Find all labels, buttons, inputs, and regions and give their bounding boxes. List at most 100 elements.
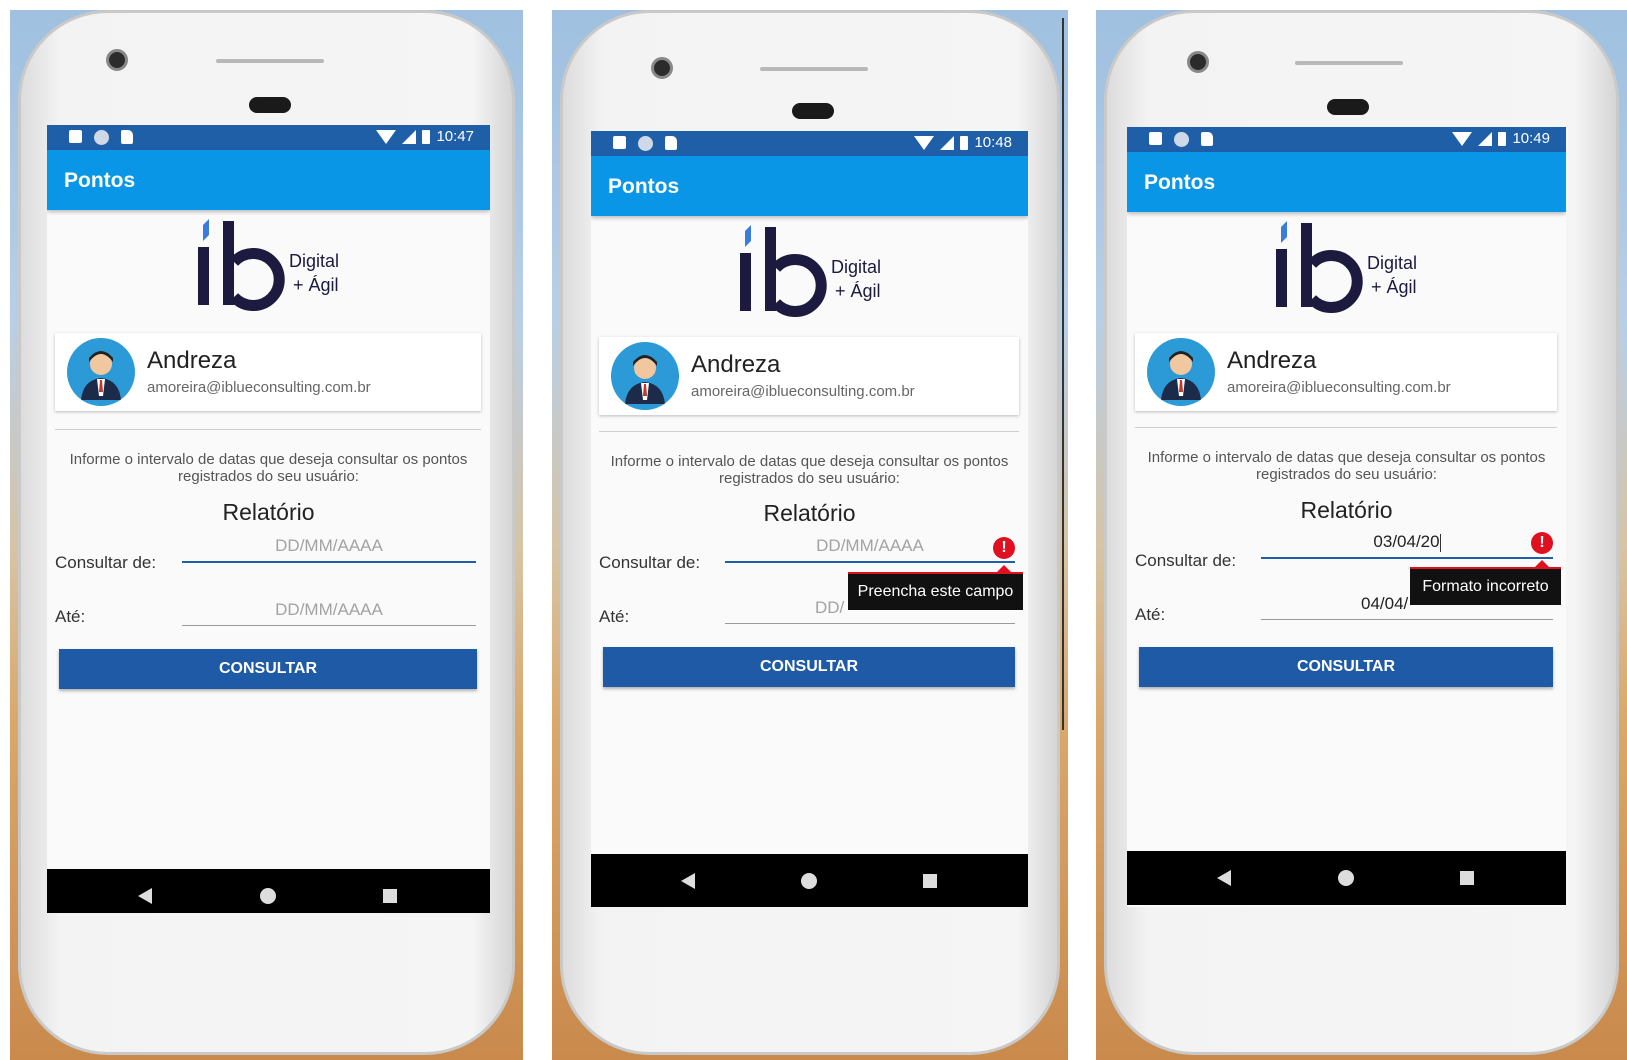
user-email: amoreira@iblueconsulting.com.br	[691, 383, 915, 400]
user-email: amoreira@iblueconsulting.com.br	[1227, 379, 1451, 396]
user-avatar-icon	[611, 342, 679, 410]
phone-frame: 10:49 Pontos Digital + Ágil Andreza amor…	[1104, 10, 1619, 1055]
tooltip-arrow	[1535, 560, 1549, 567]
app-title: Pontos	[608, 175, 680, 198]
user-card: Andreza amoreira@iblueconsulting.com.br	[55, 333, 481, 411]
home-icon[interactable]	[1338, 870, 1354, 886]
tooltip-arrow	[997, 565, 1011, 572]
screen: 10:47 Pontos Digital + Ágil Andreza amor…	[47, 125, 490, 913]
user-name: Andreza	[147, 347, 237, 374]
logo-tagline-1: Digital	[1367, 253, 1417, 273]
to-date-input[interactable]: DD/MM/AAAA	[182, 597, 476, 626]
back-icon[interactable]	[1217, 870, 1231, 886]
sd-card-icon	[665, 136, 677, 150]
error-icon: !	[1531, 532, 1553, 554]
logo-tagline-1: Digital	[831, 257, 881, 277]
user-name: Andreza	[1227, 347, 1317, 374]
instructions-text: Informe o intervalo de datas que deseja …	[1147, 449, 1546, 483]
ib-logo: Digital + Ágil	[740, 225, 881, 317]
phone-frame: 10:48 Pontos Digital + Ágil Andreza amor…	[560, 10, 1060, 1055]
battery-icon	[960, 135, 969, 150]
logo-tagline-2: + Ágil	[835, 281, 881, 301]
phone-panel-3: 10:49 Pontos Digital + Ágil Andreza amor…	[1096, 10, 1627, 1060]
signal-icon	[940, 135, 955, 150]
screen: 10:49 Pontos Digital + Ágil Andreza amor…	[1127, 127, 1566, 907]
from-date-value: 03/04/20	[1373, 532, 1440, 551]
screen: 10:48 Pontos Digital + Ágil Andreza amor…	[591, 131, 1028, 907]
front-camera-icon	[651, 57, 673, 79]
back-icon[interactable]	[681, 873, 695, 889]
user-avatar-icon	[67, 338, 135, 406]
consultar-button[interactable]: CONSULTAR	[59, 649, 477, 689]
phone-frame: 10:47 Pontos Digital + Ágil Andreza amor…	[18, 10, 515, 1055]
error-tooltip: Preencha este campo	[848, 572, 1023, 610]
text-cursor	[1439, 533, 1441, 552]
status-bar: 10:48	[591, 131, 1028, 156]
from-label: Consultar de:	[599, 553, 701, 572]
wifi-icon	[376, 129, 397, 144]
home-icon[interactable]	[801, 873, 817, 889]
notification-icons	[613, 136, 677, 151]
instructions-text: Informe o intervalo de datas que deseja …	[69, 451, 468, 485]
consultar-button[interactable]: CONSULTAR	[603, 647, 1015, 687]
notification-dot-icon	[94, 130, 109, 145]
status-bar: 10:49	[1127, 127, 1566, 152]
divider	[599, 431, 1019, 432]
notification-a-icon	[69, 130, 82, 143]
earpiece-speaker	[1295, 61, 1403, 65]
ib-logo: Digital + Ágil	[198, 219, 339, 311]
android-nav-bar	[1127, 851, 1566, 905]
status-time: 10:49	[1512, 130, 1550, 147]
from-date-input[interactable]: DD/MM/AAAA	[725, 533, 1015, 563]
report-title: Relatório	[763, 500, 856, 526]
recent-apps-icon[interactable]	[383, 889, 397, 903]
user-name: Andreza	[691, 351, 781, 378]
back-icon[interactable]	[138, 888, 152, 904]
status-right: 10:49	[1452, 130, 1550, 147]
phone-panel-2: 10:48 Pontos Digital + Ágil Andreza amor…	[552, 10, 1068, 1060]
signal-icon	[1478, 131, 1493, 146]
from-date-input[interactable]: DD/MM/AAAA	[182, 533, 476, 563]
app-bar: Pontos	[591, 156, 1028, 216]
to-label: Até:	[1135, 605, 1166, 624]
user-card: Andreza amoreira@iblueconsulting.com.br	[1135, 333, 1557, 411]
user-avatar-icon	[1147, 338, 1215, 406]
to-date-placeholder: DD/MM/AAAA	[275, 600, 383, 619]
user-card: Andreza amoreira@iblueconsulting.com.br	[599, 337, 1019, 415]
user-email: amoreira@iblueconsulting.com.br	[147, 379, 371, 396]
recent-apps-icon[interactable]	[923, 874, 937, 888]
status-right: 10:48	[914, 134, 1012, 151]
signal-icon	[402, 129, 417, 144]
instructions-text: Informe o intervalo de datas que deseja …	[610, 453, 1009, 487]
app-title: Pontos	[64, 169, 136, 192]
logo-tagline-2: + Ágil	[293, 275, 339, 295]
wifi-icon	[914, 135, 935, 150]
consultar-button[interactable]: CONSULTAR	[1139, 647, 1553, 687]
to-date-placeholder: DD/	[815, 598, 845, 617]
app-title: Pontos	[1144, 171, 1216, 194]
report-title: Relatório	[222, 499, 315, 525]
proximity-sensor	[249, 97, 291, 113]
battery-icon	[1498, 131, 1507, 146]
recent-apps-icon[interactable]	[1460, 871, 1474, 885]
status-time: 10:47	[436, 128, 474, 145]
status-time: 10:48	[974, 134, 1012, 151]
front-camera-icon	[106, 49, 128, 71]
error-tooltip: Formato incorreto	[1410, 567, 1561, 605]
to-label: Até:	[55, 607, 86, 626]
from-date-input[interactable]: 03/04/20	[1261, 529, 1553, 559]
phone-panel-1: 10:47 Pontos Digital + Ágil Andreza amor…	[10, 10, 523, 1060]
proximity-sensor	[1327, 99, 1369, 115]
notification-dot-icon	[638, 136, 653, 151]
ib-logo: Digital + Ágil	[1276, 221, 1417, 313]
divider	[55, 429, 481, 430]
home-icon[interactable]	[260, 888, 276, 904]
android-nav-bar	[591, 854, 1028, 907]
divider	[1135, 427, 1557, 428]
from-label: Consultar de:	[55, 553, 157, 572]
notification-dot-icon	[1174, 132, 1189, 147]
background-window-edge	[1062, 18, 1064, 730]
front-camera-icon	[1187, 51, 1209, 73]
to-label: Até:	[599, 607, 630, 626]
status-bar: 10:47	[47, 125, 490, 150]
